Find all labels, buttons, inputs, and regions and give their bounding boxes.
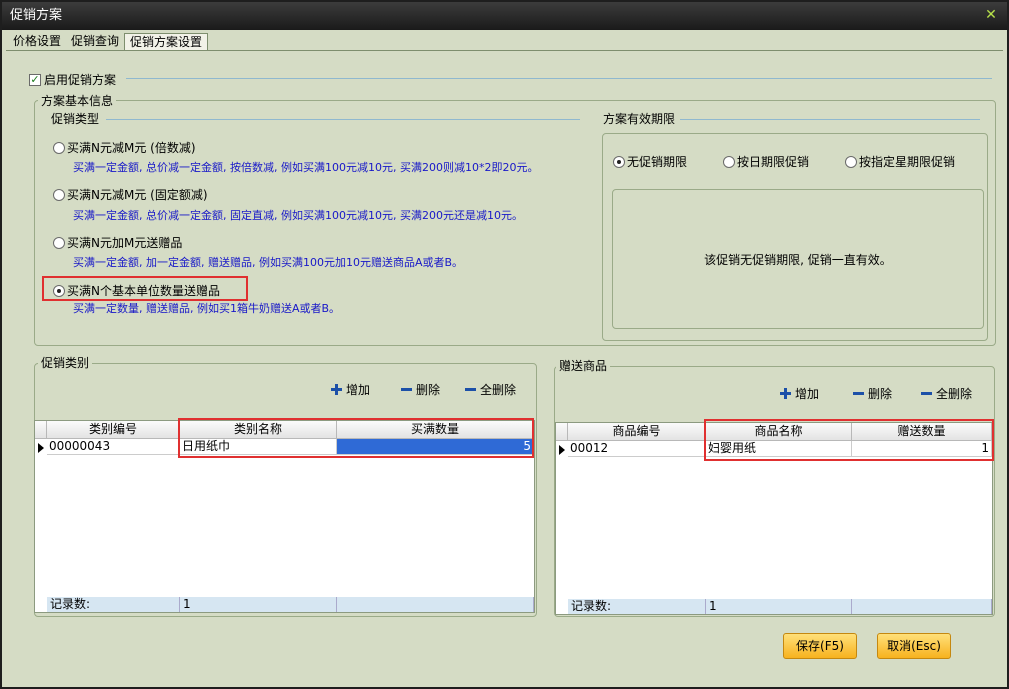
- tab-divider: [6, 50, 1003, 51]
- radio-icon: [53, 188, 65, 201]
- enable-promo-checkbox[interactable]: ✓ 启用促销方案: [29, 71, 116, 88]
- validity-title: 方案有效期限: [600, 112, 679, 126]
- basic-info-title: 方案基本信息: [38, 94, 117, 108]
- row-header-corner: [35, 421, 47, 439]
- row-header-corner: [556, 423, 568, 441]
- window-title: 促销方案: [10, 8, 63, 23]
- promo-type-option-4[interactable]: 买满N个基本单位数量送赠品: [53, 282, 220, 299]
- option-label: 按指定星期限促销: [859, 155, 956, 169]
- minus-icon: [853, 392, 864, 395]
- promo-type-title: 促销类型: [48, 112, 103, 126]
- divider: [106, 119, 580, 120]
- button-label: 增加: [795, 387, 820, 401]
- footer-cell: [852, 599, 992, 614]
- tab-bar: 价格设置 促销查询 促销方案设置: [8, 33, 209, 51]
- category-panel-title: 促销类别: [38, 356, 93, 370]
- footer-cell: [337, 597, 534, 612]
- checkmark-icon: ✓: [29, 72, 41, 86]
- enable-promo-label: 启用促销方案: [44, 73, 117, 87]
- option-label: 买满N元减M元 (倍数减): [67, 141, 196, 155]
- tab-price-settings[interactable]: 价格设置: [8, 33, 66, 51]
- option-label: 买满N元减M元 (固定额减): [67, 188, 208, 202]
- validity-option-week[interactable]: 按指定星期限促销: [845, 153, 955, 170]
- category-delete-button[interactable]: 删除: [401, 381, 440, 398]
- highlight-box: [178, 418, 534, 458]
- button-label: 全删除: [480, 383, 517, 397]
- close-icon[interactable]: ✕: [981, 4, 1001, 26]
- option-label: 按日期限促销: [737, 155, 810, 169]
- validity-message: 该促销无促销期限, 促销一直有效。: [704, 252, 892, 267]
- option-description: 买满一定金额, 总价减一定金额, 按倍数减, 例如买满100元减10元, 买满2…: [73, 161, 539, 174]
- option-label: 无促销期限: [627, 155, 688, 169]
- promo-type-option-3[interactable]: 买满N元加M元送赠品: [53, 234, 182, 251]
- tab-promo-query[interactable]: 促销查询: [66, 33, 124, 51]
- promo-type-option-2[interactable]: 买满N元减M元 (固定额减): [53, 186, 208, 203]
- minus-icon: [921, 392, 932, 395]
- promo-type-option-1[interactable]: 买满N元减M元 (倍数减): [53, 139, 196, 156]
- radio-icon: [723, 155, 735, 168]
- record-count-label: 记录数:: [47, 597, 180, 612]
- record-count-label: 记录数:: [568, 599, 706, 614]
- record-count-value: 1: [706, 599, 852, 614]
- radio-icon: [53, 141, 65, 154]
- highlight-box: [704, 419, 994, 461]
- category-delete-all-button[interactable]: 全删除: [465, 381, 516, 398]
- column-header[interactable]: 商品编号: [568, 423, 706, 441]
- radio-icon: [613, 155, 625, 168]
- option-description: 买满一定数量, 赠送赠品, 例如买1箱牛奶赠送A或者B。: [73, 302, 341, 315]
- gift-add-button[interactable]: 增加: [780, 385, 819, 402]
- promo-window: 促销方案 ✕ 价格设置 促销查询 促销方案设置 ✓ 启用促销方案 方案基本信息 …: [0, 0, 1009, 689]
- minus-icon: [401, 388, 412, 391]
- cancel-button[interactable]: 取消(Esc): [877, 633, 951, 659]
- gift-delete-button[interactable]: 删除: [853, 385, 892, 402]
- table-cell[interactable]: 00000043: [47, 439, 180, 455]
- gift-panel-title: 赠送商品: [556, 359, 611, 373]
- option-label: 买满N元加M元送赠品: [67, 236, 183, 250]
- record-count-value: 1: [180, 597, 337, 612]
- divider: [126, 78, 992, 79]
- save-button[interactable]: 保存(F5): [783, 633, 857, 659]
- validity-option-none[interactable]: 无促销期限: [613, 153, 687, 170]
- option-label: 买满N个基本单位数量送赠品: [67, 284, 220, 298]
- option-description: 买满一定金额, 总价减一定金额, 固定直减, 例如买满100元减10元, 买满2…: [73, 209, 523, 222]
- tab-promo-scheme[interactable]: 促销方案设置: [124, 33, 209, 51]
- plus-icon: [780, 388, 791, 399]
- table-cell[interactable]: 00012: [568, 441, 706, 457]
- title-bar: 促销方案 ✕: [2, 2, 1007, 30]
- radio-icon: [845, 155, 857, 168]
- radio-icon: [53, 236, 65, 249]
- gift-delete-all-button[interactable]: 全删除: [921, 385, 972, 402]
- current-row-icon: [38, 443, 44, 453]
- button-label: 增加: [346, 383, 371, 397]
- current-row-icon: [559, 445, 565, 455]
- option-description: 买满一定金额, 加一定金额, 赠送赠品, 例如买满100元加10元赠送商品A或者…: [73, 256, 464, 269]
- validity-option-date[interactable]: 按日期限促销: [723, 153, 809, 170]
- column-header[interactable]: 类别编号: [47, 421, 180, 439]
- button-label: 删除: [868, 387, 893, 401]
- minus-icon: [465, 388, 476, 391]
- validity-message-box: 该促销无促销期限, 促销一直有效。: [612, 189, 984, 329]
- radio-icon: [53, 284, 65, 297]
- divider: [680, 119, 980, 120]
- button-label: 全删除: [936, 387, 973, 401]
- plus-icon: [331, 384, 342, 395]
- category-add-button[interactable]: 增加: [331, 381, 370, 398]
- button-label: 删除: [416, 383, 441, 397]
